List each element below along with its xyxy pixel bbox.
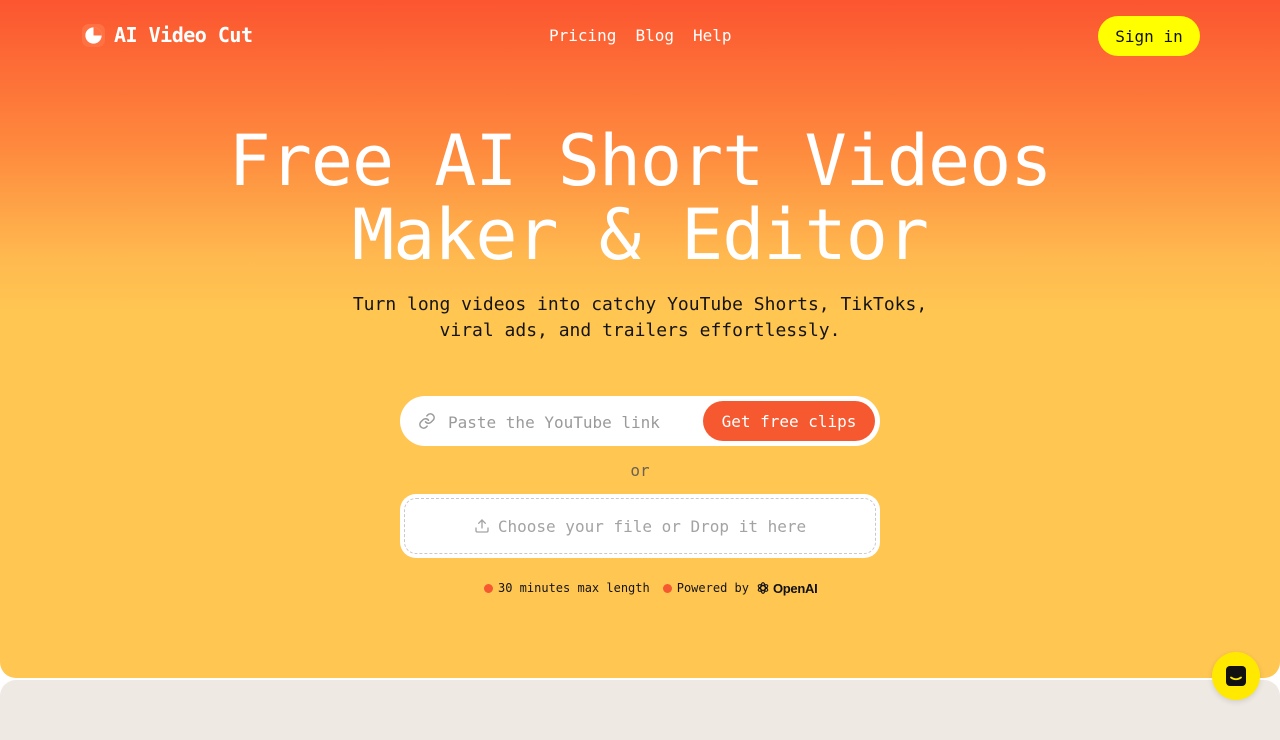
openai-logo: OpenAI (755, 580, 818, 596)
logo-text: AI Video Cut (114, 23, 253, 47)
feature-max-length-text: 30 minutes max length (498, 581, 650, 595)
youtube-link-form: Get free clips (400, 396, 880, 446)
feature-max-length: 30 minutes max length (484, 581, 650, 595)
headline-line-1: Free AI Short Videos (228, 120, 1053, 202)
chat-widget-button[interactable] (1212, 652, 1260, 700)
openai-wordmark: OpenAI (772, 580, 818, 596)
sign-in-button[interactable]: Sign in (1098, 16, 1200, 56)
or-divider: or (630, 461, 650, 480)
next-section (0, 680, 1280, 740)
get-free-clips-button[interactable]: Get free clips (703, 401, 875, 441)
nav-blog-link[interactable]: Blog (635, 26, 674, 45)
bullet-dot (662, 583, 672, 593)
file-dropzone[interactable]: Choose your file or Drop it here (400, 494, 880, 558)
bullet-dot (484, 583, 493, 593)
logo[interactable]: AI Video Cut (82, 23, 253, 47)
youtube-link-input[interactable] (446, 407, 690, 437)
headline-line-2: Maker & Editor (351, 194, 929, 276)
powered-by-text: Powered by (676, 581, 749, 595)
upload-icon (475, 519, 489, 533)
upload-label: Choose your file or Drop it here (497, 516, 807, 536)
subtitle: Turn long videos into catchy YouTube Sho… (340, 292, 940, 344)
link-icon (419, 413, 435, 429)
nav-help-link[interactable]: Help (693, 26, 732, 45)
main-nav: Pricing Blog Help (549, 26, 732, 45)
hero-section: AI Video Cut Pricing Blog Help Sign in F… (0, 0, 1280, 678)
features-row: 30 minutes max length Powered by OpenAI (484, 580, 818, 596)
openai-icon (757, 582, 769, 594)
subtitle-line-2: viral ads, and trailers effortlessly. (439, 320, 841, 341)
page-title: Free AI Short Videos Maker & Editor (0, 124, 1280, 272)
chat-icon (1226, 666, 1246, 686)
feature-powered-by: Powered by OpenAI (662, 580, 818, 596)
nav-pricing-link[interactable]: Pricing (549, 26, 616, 45)
subtitle-line-1: Turn long videos into catchy YouTube Sho… (352, 294, 928, 315)
logo-icon (82, 23, 105, 47)
file-dropzone-inner[interactable]: Choose your file or Drop it here (404, 498, 876, 554)
